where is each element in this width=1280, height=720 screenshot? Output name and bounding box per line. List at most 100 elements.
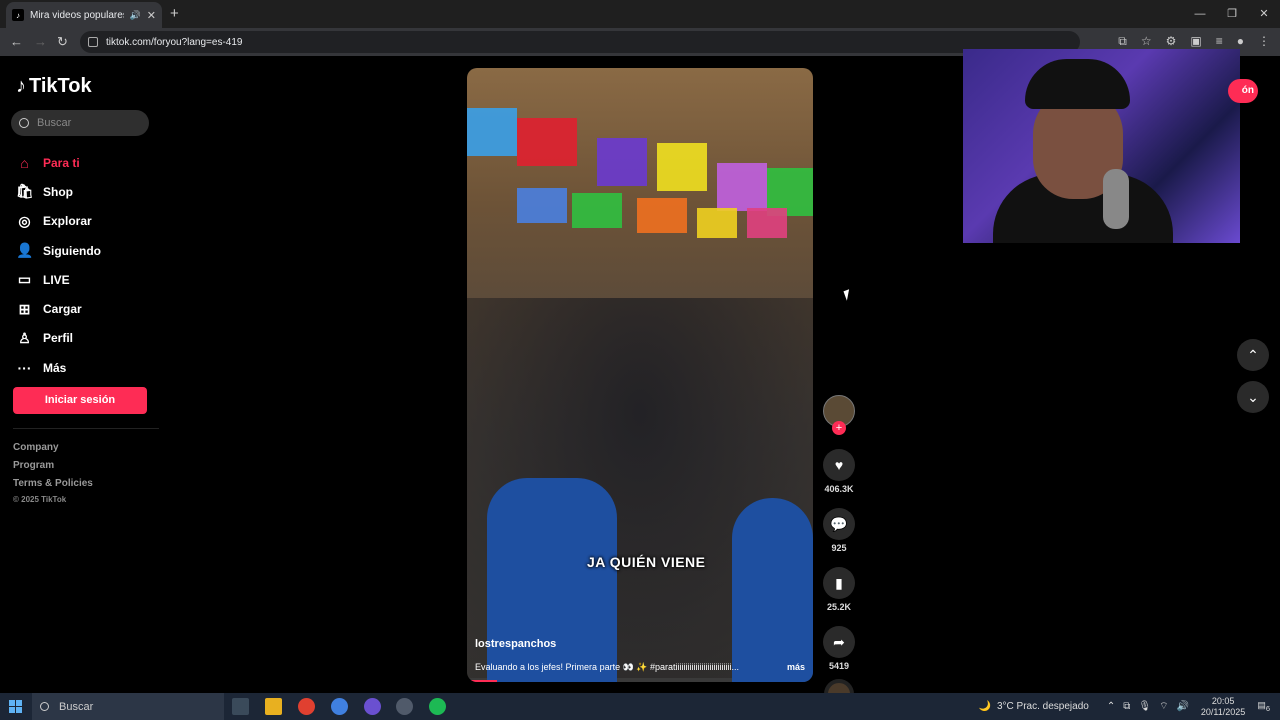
chrome-profile-icon[interactable]: [331, 698, 348, 715]
webcam-overlay: [963, 49, 1240, 243]
sidebar-divider: [13, 428, 159, 429]
footer-program-link[interactable]: Program: [13, 460, 54, 471]
streamer-cap: [1025, 59, 1130, 109]
browser-tab[interactable]: ♪ Mira videos populares sele 🔊 ✕: [6, 2, 162, 28]
sidebar-item-label: Shop: [43, 184, 73, 199]
share-icon: ➦: [833, 634, 845, 650]
minimize-icon[interactable]: —: [1184, 0, 1216, 28]
flag-decoration: [572, 193, 622, 228]
footer-terms-link[interactable]: Terms & Policies: [13, 478, 93, 489]
sidebar-item-shop[interactable]: 🛍 Shop: [16, 177, 101, 206]
flag-decoration: [717, 163, 767, 211]
taskbar-search[interactable]: Buscar: [32, 693, 224, 720]
browser-menu-icon[interactable]: ⋮: [1258, 34, 1270, 49]
browser-toolbar: ⧉ ☆ ⚙ ▣ ≡ ● ⋮: [1118, 34, 1270, 49]
sidebar-item-siguiendo[interactable]: 👤 Siguiendo: [16, 236, 101, 265]
file-explorer-icon[interactable]: [265, 698, 282, 715]
task-view-icon[interactable]: [232, 698, 249, 715]
url-bar[interactable]: tiktok.com/foryou?lang=es-419: [80, 31, 1080, 53]
share-count: 5419: [828, 661, 850, 671]
flag-decoration: [517, 118, 577, 166]
previous-video-button[interactable]: ⌃: [1237, 339, 1269, 371]
bookmark-star-icon[interactable]: ☆: [1141, 34, 1152, 49]
search-icon: [40, 702, 49, 711]
extensions-icon[interactable]: ⚙: [1166, 34, 1177, 49]
notification-count: 6: [1265, 703, 1270, 713]
tiktok-logo[interactable]: ♪ TikTok: [16, 75, 92, 98]
wifi-icon[interactable]: ⌔: [1159, 700, 1168, 713]
back-icon[interactable]: ←: [10, 34, 23, 49]
tray-chevron-icon[interactable]: ⌃: [1107, 701, 1115, 712]
reload-icon[interactable]: ↻: [57, 34, 68, 50]
sidebar-item-label: Más: [43, 360, 67, 375]
site-info-icon[interactable]: [88, 37, 98, 47]
restore-icon[interactable]: ❐: [1216, 0, 1248, 28]
network-icon[interactable]: ⧉: [1123, 701, 1130, 712]
search-placeholder: Buscar: [37, 117, 72, 129]
sidebar-item-label: Siguiendo: [43, 243, 101, 258]
install-icon[interactable]: ⧉: [1118, 34, 1127, 49]
chrome-icon[interactable]: [298, 698, 315, 715]
chevron-down-icon: ⌄: [1247, 389, 1259, 405]
more-link[interactable]: más: [787, 662, 805, 672]
flag-decoration: [517, 188, 567, 223]
new-tab-button[interactable]: +: [170, 5, 179, 22]
spotify-icon[interactable]: [429, 698, 446, 715]
like-button[interactable]: ♥: [823, 449, 855, 481]
video-player[interactable]: JA QUIÉN VIENE lostrespanchos Evaluando …: [467, 68, 813, 682]
mic-tray-icon[interactable]: 🎙: [1138, 701, 1151, 712]
window-controls: — ❐ ✕: [1184, 0, 1280, 28]
flag-decoration: [747, 208, 787, 238]
windows-start-icon[interactable]: [9, 700, 22, 713]
footer-company-link[interactable]: Company: [13, 442, 59, 453]
login-button-partial[interactable]: ón: [1228, 79, 1258, 103]
flag-decoration: [697, 208, 737, 238]
clock-time: 20:05: [1211, 695, 1235, 706]
weather-text[interactable]: 3°C Prac. despejado: [997, 701, 1089, 712]
forward-icon[interactable]: →: [34, 34, 47, 49]
person-decoration: [732, 498, 813, 682]
notification-icon[interactable]: ▤6: [1257, 700, 1270, 713]
sidebar-item-explorar[interactable]: ◎ Explorar: [16, 207, 101, 236]
video-caption-overlay: JA QUIÉN VIENE: [587, 554, 706, 570]
close-tab-icon[interactable]: ✕: [147, 9, 156, 22]
close-window-icon[interactable]: ✕: [1248, 0, 1280, 28]
sidebar-item-label: Para ti: [43, 155, 80, 170]
save-button[interactable]: ▮: [823, 567, 855, 599]
taskbar-clock[interactable]: 20:05 20/11/2025: [1201, 696, 1245, 718]
compass-icon: ◎: [18, 212, 31, 229]
comment-icon: 💬: [830, 516, 848, 532]
obs-icon[interactable]: [396, 698, 413, 715]
url-text: tiktok.com/foryou?lang=es-419: [106, 36, 243, 48]
bookmark-icon: ▮: [835, 575, 843, 591]
flag-decoration: [637, 198, 687, 233]
login-button[interactable]: Iniciar sesión: [13, 387, 147, 414]
save-count: 25.2K: [826, 602, 852, 612]
person-decoration: [487, 478, 617, 682]
tab-title: Mira videos populares sele: [30, 9, 124, 21]
search-input[interactable]: Buscar: [11, 110, 149, 136]
sidebar-item-live[interactable]: ▭ LIVE: [16, 265, 101, 294]
video-username[interactable]: lostrespanchos: [475, 638, 556, 650]
search-icon: [19, 118, 29, 128]
sidebar-item-perfil[interactable]: ♙ Perfil: [16, 324, 101, 353]
discord-icon[interactable]: [364, 698, 381, 715]
next-video-button[interactable]: ⌄: [1237, 381, 1269, 413]
flag-decoration: [597, 138, 647, 186]
sidebar-item-mas[interactable]: ··· Más: [16, 353, 101, 382]
footer-copyright: © 2025 TikTok: [13, 495, 67, 504]
volume-icon[interactable]: 🔊: [1176, 701, 1188, 712]
media-icon[interactable]: ≡: [1216, 34, 1223, 49]
sidebar-item-para-ti[interactable]: ⌂ Para ti: [16, 148, 101, 177]
profile-avatar-icon[interactable]: ●: [1237, 34, 1244, 49]
follow-plus-icon[interactable]: +: [832, 421, 846, 435]
more-icon: ···: [17, 359, 32, 376]
comment-count: 925: [831, 543, 847, 553]
clock-date: 20/11/2025: [1200, 706, 1246, 717]
audio-icon[interactable]: 🔊: [130, 10, 141, 21]
sidepanel-icon[interactable]: ▣: [1190, 34, 1201, 49]
sidebar-item-cargar[interactable]: ⊞ Cargar: [16, 294, 101, 323]
share-button[interactable]: ➦: [823, 626, 855, 658]
comment-button[interactable]: 💬: [823, 508, 855, 540]
video-progress-bar[interactable]: [467, 680, 497, 682]
